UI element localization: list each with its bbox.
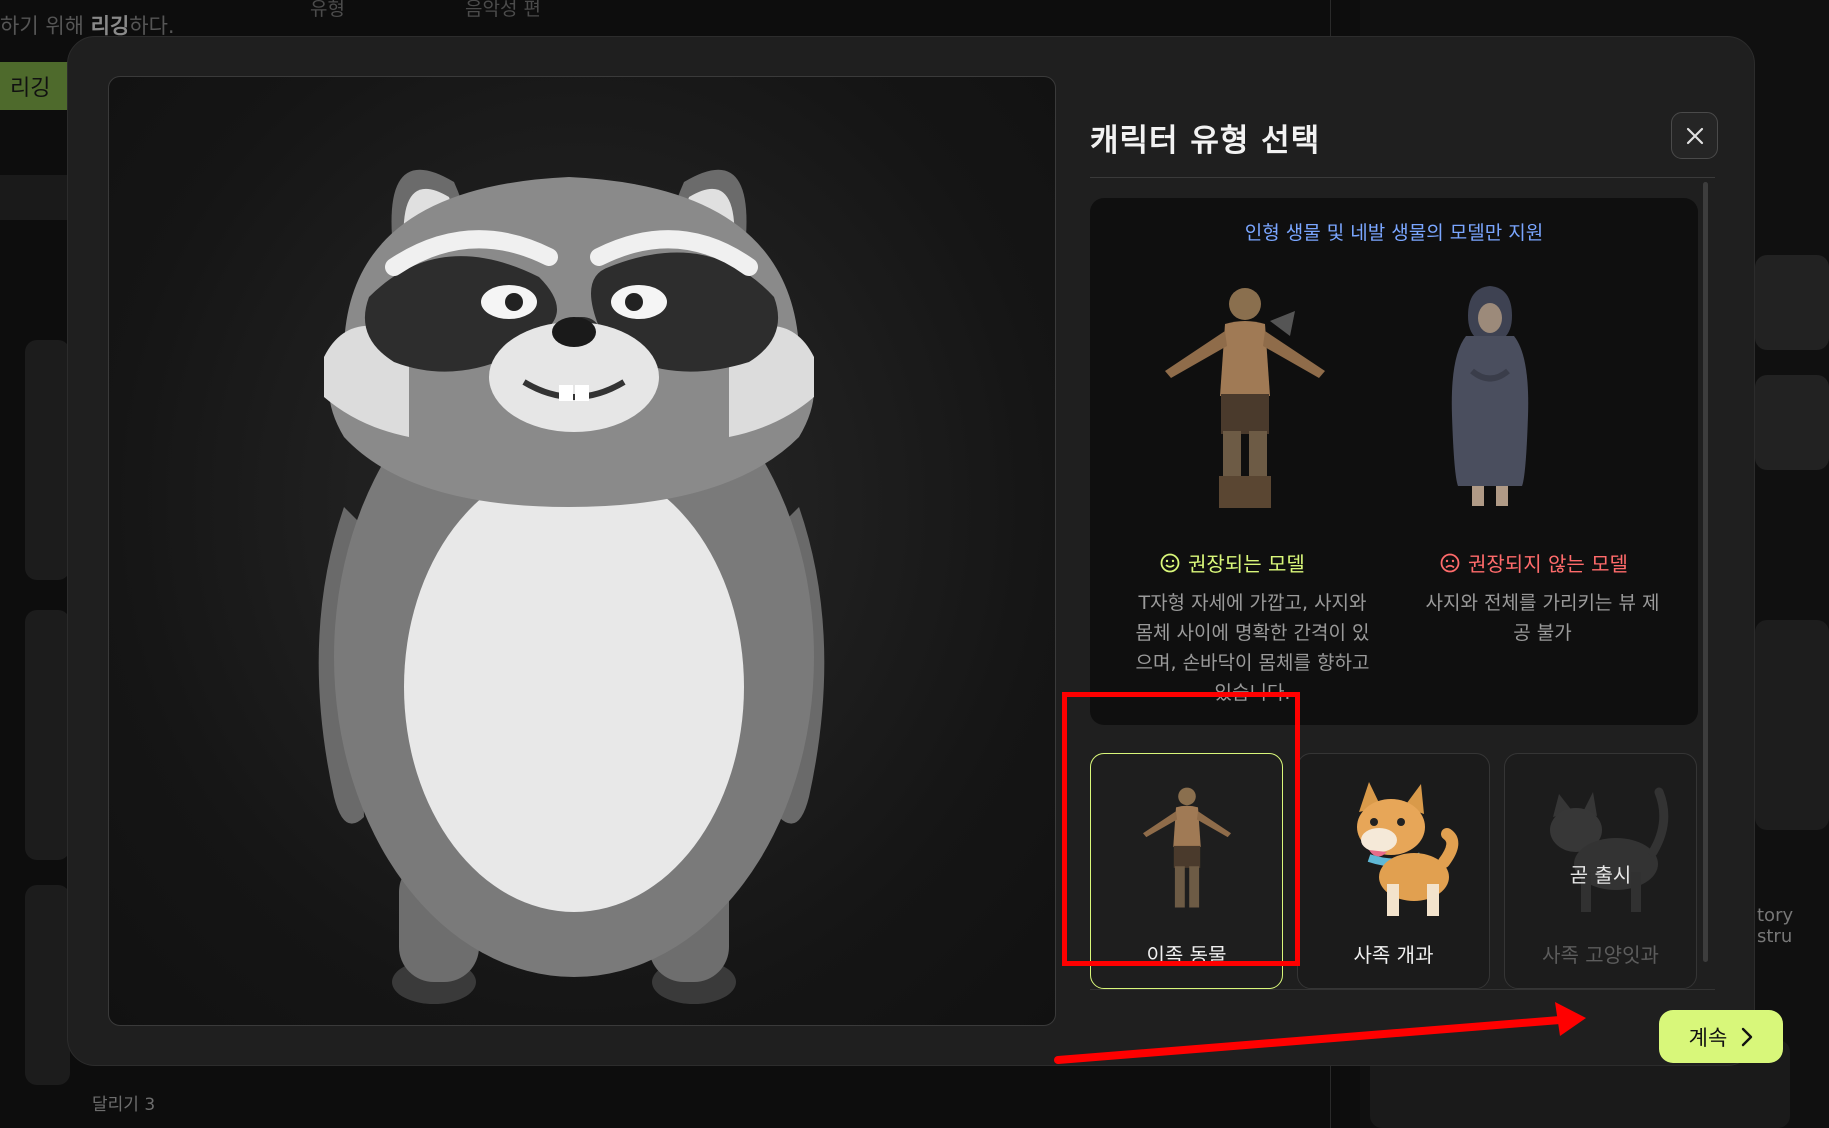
type-option-label: 사족 고양잇과 <box>1542 943 1659 967</box>
type-option-label: 사족 개과 <box>1353 943 1434 967</box>
title-divider <box>1090 177 1715 178</box>
bg-row <box>0 175 70 220</box>
frown-icon <box>1440 553 1460 572</box>
cat-thumbnail <box>1549 787 1668 912</box>
not-recommended-label: 권장되지 않는 모델 <box>1440 548 1628 577</box>
scrollbar-thumb[interactable] <box>1703 182 1708 962</box>
close-button[interactable] <box>1671 112 1718 159</box>
model-preview[interactable] <box>108 76 1056 1026</box>
dog-thumbnail <box>1356 782 1458 916</box>
recommended-model-image <box>1165 288 1325 508</box>
bg-thumb <box>25 610 70 860</box>
type-option-feline: 곧 출시 사족 고양잇과 <box>1504 753 1697 989</box>
bg-column-header: 음악성 편 <box>465 0 541 20</box>
raccoon-model-image <box>318 169 825 1004</box>
not-recommended-description: 사지와 전체를 가리키는 뷰 제 공 불가 <box>1425 592 1660 644</box>
chevron-right-icon <box>1742 1027 1753 1046</box>
continue-button[interactable]: 계속 <box>1659 1010 1783 1063</box>
character-type-dialog: 캐릭터 유형 선택 인형 생물 및 네발 생물의 모델만 지원 권장되는 모델 … <box>67 36 1783 1066</box>
type-option-canine[interactable]: 사족 개과 <box>1297 753 1490 989</box>
supported-models-note: 인형 생물 및 네발 생물의 모델만 지원 <box>1244 222 1544 244</box>
model-guidelines-card: 인형 생물 및 네발 생물의 모델만 지원 권장되는 모델 권장되지 않는 모델… <box>1090 198 1698 725</box>
recommended-label: 권장되는 모델 <box>1160 548 1305 577</box>
bg-thumb <box>25 885 70 1085</box>
dialog-title: 캐릭터 유형 선택 <box>1090 123 1321 159</box>
continue-label: 계속 <box>1688 1025 1728 1050</box>
smile-icon <box>1160 553 1180 572</box>
not-recommended-model-image <box>1451 286 1529 506</box>
bg-thumb <box>1755 620 1829 830</box>
bg-run-label: 달리기 3 <box>92 1095 156 1115</box>
close-icon <box>1686 127 1703 144</box>
bg-thumb <box>25 340 70 580</box>
bg-right-text: tory stru <box>1757 905 1794 947</box>
coming-soon-label: 곧 출시 <box>1569 863 1632 887</box>
bg-thumb <box>1755 255 1829 350</box>
footer-divider <box>1090 989 1715 990</box>
bg-column-header: 유형 <box>310 0 345 20</box>
panel-scrollbar[interactable] <box>1703 182 1708 962</box>
recommended-description: T자형 자세에 가깝고, 사지와 몸체 사이에 명확한 간격이 있 으며, 손바… <box>1135 592 1370 704</box>
bg-thumb <box>1755 375 1829 470</box>
selection-highlight-box <box>1062 692 1300 966</box>
